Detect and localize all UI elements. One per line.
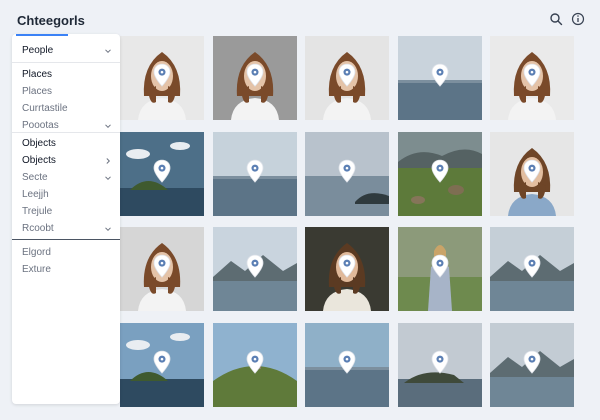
map-pin-icon[interactable] xyxy=(153,350,171,374)
chevron-down-icon[interactable] xyxy=(104,122,112,130)
sidebar-item-label: Objects xyxy=(22,138,56,149)
sidebar-item-label: Exture xyxy=(22,264,51,275)
map-pin-icon[interactable] xyxy=(338,350,356,374)
sidebar-item-places[interactable]: Places xyxy=(12,83,120,100)
category-sidebar: People Places Places Currtastile Poootas Obje… xyxy=(12,34,120,404)
grid-tile[interactable] xyxy=(398,227,482,311)
sidebar-item-label: Objects xyxy=(22,155,56,166)
sidebar-item-label: Places xyxy=(22,69,53,80)
map-pin-icon[interactable] xyxy=(431,254,449,278)
active-indicator xyxy=(16,34,68,36)
sidebar-divider xyxy=(12,62,120,63)
sidebar-item-objects[interactable]: Objects xyxy=(12,135,120,152)
grid-tile[interactable] xyxy=(305,323,389,407)
sidebar-item-label: Places xyxy=(22,86,53,97)
map-pin-icon[interactable] xyxy=(338,63,356,87)
chevron-down-icon[interactable] xyxy=(104,225,112,233)
sidebar-item-elgord[interactable]: Elgord xyxy=(12,244,120,261)
grid-tile[interactable] xyxy=(305,227,389,311)
sidebar-item-places[interactable]: Places xyxy=(12,66,120,83)
grid-tile[interactable] xyxy=(398,323,482,407)
map-pin-icon[interactable] xyxy=(431,350,449,374)
sidebar-item-rcoobt[interactable]: Rcoobt xyxy=(12,220,120,237)
sidebar-item-currtastile[interactable]: Currtastile xyxy=(12,100,120,117)
sidebar-item-objects[interactable]: Objects xyxy=(12,152,120,169)
grid-tile[interactable] xyxy=(213,36,297,120)
chevron-down-icon[interactable] xyxy=(104,174,112,182)
grid-tile[interactable] xyxy=(120,132,204,216)
map-pin-icon[interactable] xyxy=(246,159,264,183)
grid-tile[interactable] xyxy=(490,227,574,311)
sidebar-divider xyxy=(12,239,120,240)
grid-tile[interactable] xyxy=(120,227,204,311)
grid-tile[interactable] xyxy=(213,227,297,311)
map-pin-icon[interactable] xyxy=(153,159,171,183)
sidebar-item-label: People xyxy=(22,45,54,56)
grid-tile[interactable] xyxy=(213,132,297,216)
map-pin-icon[interactable] xyxy=(431,159,449,183)
map-pin-icon[interactable] xyxy=(523,63,541,87)
map-pin-icon[interactable] xyxy=(523,159,541,183)
map-pin-icon[interactable] xyxy=(431,63,449,87)
sidebar-item-people[interactable]: People xyxy=(12,42,120,59)
grid-tile[interactable] xyxy=(398,132,482,216)
sidebar-item-secte[interactable]: Secte xyxy=(12,169,120,186)
sidebar-item-exture[interactable]: Exture xyxy=(12,261,120,278)
grid-tile[interactable] xyxy=(213,323,297,407)
sidebar-item-label: Trejule xyxy=(22,206,53,217)
sidebar-item-trejule[interactable]: Trejule xyxy=(12,203,120,220)
sidebar-item-label: Rcoobt xyxy=(22,223,54,234)
map-pin-icon[interactable] xyxy=(246,254,264,278)
info-icon[interactable] xyxy=(571,12,585,26)
sidebar-item-label: Elgord xyxy=(22,247,51,258)
sidebar-item-label: Poootas xyxy=(22,120,59,131)
map-pin-icon[interactable] xyxy=(246,63,264,87)
chevron-right-icon[interactable] xyxy=(104,157,112,165)
grid-tile[interactable] xyxy=(305,36,389,120)
sidebar-item-label: Leejjh xyxy=(22,189,49,200)
grid-tile[interactable] xyxy=(490,132,574,216)
map-pin-icon[interactable] xyxy=(153,63,171,87)
grid-tile[interactable] xyxy=(120,36,204,120)
map-pin-icon[interactable] xyxy=(338,254,356,278)
map-pin-icon[interactable] xyxy=(246,350,264,374)
map-pin-icon[interactable] xyxy=(523,254,541,278)
map-pin-icon[interactable] xyxy=(523,350,541,374)
sidebar-item-poootas[interactable]: Poootas xyxy=(12,117,120,134)
map-pin-icon[interactable] xyxy=(338,159,356,183)
grid-tile[interactable] xyxy=(490,323,574,407)
sidebar-item-leejjh[interactable]: Leejjh xyxy=(12,186,120,203)
grid-tile[interactable] xyxy=(398,36,482,120)
page-title: Chteegorls xyxy=(17,13,85,28)
header: Chteegorls xyxy=(0,0,600,38)
chevron-down-icon[interactable] xyxy=(104,47,112,55)
search-icon[interactable] xyxy=(549,12,563,26)
grid-tile[interactable] xyxy=(120,323,204,407)
sidebar-item-label: Secte xyxy=(22,172,48,183)
grid-tile[interactable] xyxy=(305,132,389,216)
sidebar-item-label: Currtastile xyxy=(22,103,68,114)
grid-tile[interactable] xyxy=(490,36,574,120)
map-pin-icon[interactable] xyxy=(153,254,171,278)
